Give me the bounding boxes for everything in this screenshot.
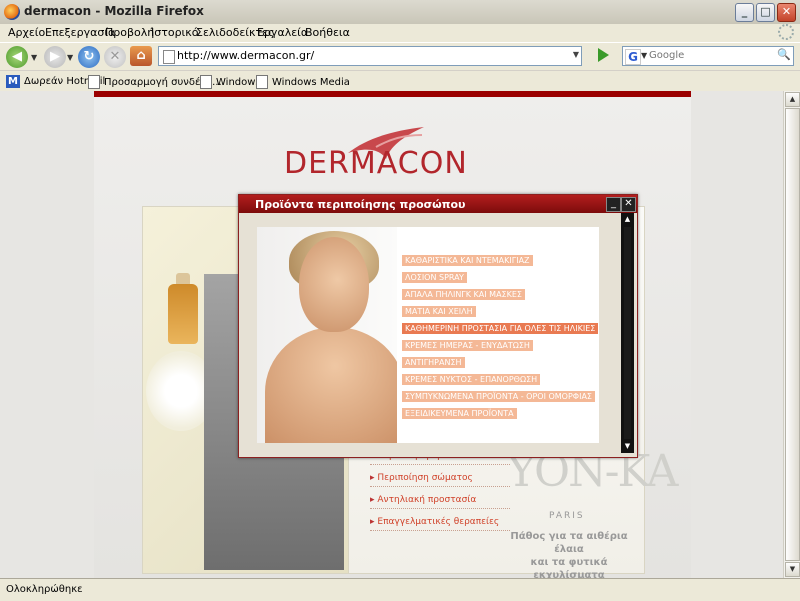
home-icon: ⌂	[136, 48, 146, 63]
google-icon[interactable]: G	[625, 49, 641, 65]
forward-history-dropdown-icon[interactable]: ▼	[67, 53, 73, 62]
url-bar[interactable]: ▼	[158, 46, 582, 66]
search-engine-dropdown-icon[interactable]: ▼	[641, 51, 647, 60]
menu-file[interactable]: Αρχείο	[8, 26, 45, 39]
url-dropdown-icon[interactable]: ▼	[573, 50, 579, 59]
minimize-button[interactable]: _	[735, 3, 754, 22]
tagline-line-2: και τα φυτικά εκχυλίσματα	[530, 557, 608, 578]
back-button[interactable]: ◀	[6, 46, 28, 68]
category-cleansers[interactable]: ΚΑΘΑΡΙΣΤΙΚΑ ΚΑΙ ΝΤΕΜΑΚΙΓΙΑΖ	[402, 255, 533, 266]
model-shoulders	[265, 327, 397, 443]
stop-button[interactable]: ✕	[104, 46, 126, 68]
site-logo[interactable]: DERMACON	[284, 146, 468, 181]
tagline-line-1: Πάθος για τα αιθέρια έλαια	[510, 531, 628, 555]
popup-close-button[interactable]: ✕	[621, 197, 636, 212]
page-icon	[163, 50, 175, 64]
bookmark-windows-media[interactable]: Windows Media	[256, 75, 350, 89]
popup-scrollbar[interactable]: ▲ ▼	[621, 213, 634, 453]
close-button[interactable]: ✕	[777, 3, 796, 22]
page-icon	[88, 75, 100, 89]
forward-button[interactable]: ▶	[44, 46, 66, 68]
bookmarks-toolbar: M Δωρεάν Hotmail Προσαρμογή συνδέσε... W…	[0, 70, 800, 92]
category-eyes-lips[interactable]: ΜΑΤΙΑ ΚΑΙ ΧΕΙΛΗ	[402, 306, 476, 317]
category-lotion-spray[interactable]: ΛΟΣΙΟΝ SPRAY	[402, 272, 467, 283]
scroll-up-icon[interactable]: ▲	[621, 214, 634, 225]
menu-view[interactable]: Προβολή	[105, 26, 154, 39]
scrollbar-thumb[interactable]	[785, 108, 800, 561]
category-serums[interactable]: ΣΥΜΠΥΚΝΩΜΕΝΑ ΠΡΟΪΟΝΤΑ - ΟΡΟΙ ΟΜΟΡΦΙΑΣ	[402, 391, 595, 402]
window-title: dermacon - Mozilla Firefox	[24, 4, 204, 18]
bookmark-label: Windows Media	[272, 76, 350, 88]
url-input[interactable]	[177, 48, 557, 63]
search-bar[interactable]: G ▼ 🔍	[622, 46, 794, 66]
side-menu: Περιποίηση προσώπου Περιποίηση σώματος Α…	[370, 451, 510, 539]
popup-titlebar[interactable]: Προϊόντα περιποίησης προσώπου _ ✕	[239, 195, 637, 213]
menu-bar: Αρχείο Επεξεργασία Προβολή Ιστορικό Σελι…	[0, 24, 800, 42]
product-category-list: ΚΑΘΑΡΙΣΤΙΚΑ ΚΑΙ ΝΤΕΜΑΚΙΓΙΑΖ ΛΟΣΙΟΝ SPRAY…	[402, 255, 599, 425]
menu-history[interactable]: Ιστορικό	[151, 26, 199, 39]
status-text: Ολοκληρώθηκε	[6, 584, 83, 595]
bookmark-windows[interactable]: Windows	[200, 75, 261, 89]
scroll-down-icon[interactable]: ▼	[621, 441, 634, 452]
popup-title: Προϊόντα περιποίησης προσώπου	[255, 198, 466, 211]
page-icon	[200, 75, 212, 89]
status-bar: Ολοκληρώθηκε	[0, 578, 800, 601]
yonka-city: PARIS	[549, 511, 585, 521]
model-head	[299, 237, 369, 332]
category-day-creams[interactable]: ΚΡΕΜΕΣ ΗΜΕΡΑΣ - ΕΝΥΔΑΤΩΣΗ	[402, 340, 533, 351]
category-daily-protection[interactable]: ΚΑΘΗΜΕΡΙΝΗ ΠΡΟΣΤΑΣΙΑ ΓΙΑ ΟΛΕΣ ΤΙΣ ΗΛΙΚΙΕ…	[402, 323, 599, 334]
popup-body: ΚΑΘΑΡΙΣΤΙΚΑ ΚΑΙ ΝΤΕΜΑΚΙΓΙΑΖ ΛΟΣΙΟΝ SPRAY…	[257, 227, 599, 443]
back-history-dropdown-icon[interactable]: ▼	[31, 53, 37, 62]
msn-icon: M	[6, 75, 20, 88]
maximize-button[interactable]: □	[756, 3, 775, 22]
menu-help[interactable]: Βοήθεια	[305, 26, 350, 39]
popup-minimize-button[interactable]: _	[606, 197, 621, 212]
page-icon	[256, 75, 268, 89]
menu-tools[interactable]: Εργαλεία	[257, 26, 308, 39]
scroll-down-icon[interactable]: ▼	[785, 562, 800, 577]
products-popup: Προϊόντα περιποίησης προσώπου _ ✕ ΚΑΘΑΡΙ…	[238, 194, 638, 458]
home-button[interactable]: ⌂	[130, 46, 152, 66]
side-menu-item-professional[interactable]: Επαγγελματικές θεραπείες	[370, 517, 510, 531]
product-bottle-image	[168, 284, 198, 344]
category-specialized[interactable]: ΕΞΕΙΔΙΚΕΥΜΕΝΑ ΠΡΟΪΟΝΤΑ	[402, 408, 517, 419]
bookmark-label: Windows	[216, 76, 261, 88]
model-face-image	[257, 227, 397, 443]
search-input[interactable]	[649, 48, 769, 63]
brand-tagline: Πάθος για τα αιθέρια έλαια και τα φυτικά…	[494, 530, 644, 578]
window-titlebar: dermacon - Mozilla Firefox _ □ ✕	[0, 0, 800, 25]
search-icon[interactable]: 🔍	[777, 48, 791, 62]
arrow-left-icon: ◀	[12, 49, 22, 64]
firefox-icon	[4, 4, 20, 20]
go-button[interactable]	[598, 48, 609, 62]
category-night-creams[interactable]: ΚΡΕΜΕΣ ΝΥΚΤΟΣ - ΕΠΑΝΟΡΘΩΣΗ	[402, 374, 541, 385]
category-anti-aging[interactable]: ΑΝΤΙΓΗΡΑΝΣΗ	[402, 357, 465, 368]
stop-icon: ✕	[109, 49, 121, 64]
reload-button[interactable]: ↻	[78, 46, 100, 68]
scroll-up-icon[interactable]: ▲	[785, 92, 800, 107]
popup-scroll-track[interactable]	[624, 227, 631, 439]
page-scrollbar[interactable]: ▲ ▼	[783, 91, 800, 578]
reload-icon: ↻	[83, 49, 95, 64]
side-menu-item-body[interactable]: Περιποίηση σώματος	[370, 473, 510, 487]
arrow-right-icon: ▶	[50, 49, 60, 64]
category-peeling-masks[interactable]: ΑΠΑΛΑ ΠΗΛΙΝΓΚ ΚΑΙ ΜΑΣΚΕΣ	[402, 289, 525, 300]
side-menu-item-sun[interactable]: Αντηλιακή προστασία	[370, 495, 510, 509]
throbber-icon	[778, 24, 794, 40]
header-stripe	[94, 91, 691, 97]
